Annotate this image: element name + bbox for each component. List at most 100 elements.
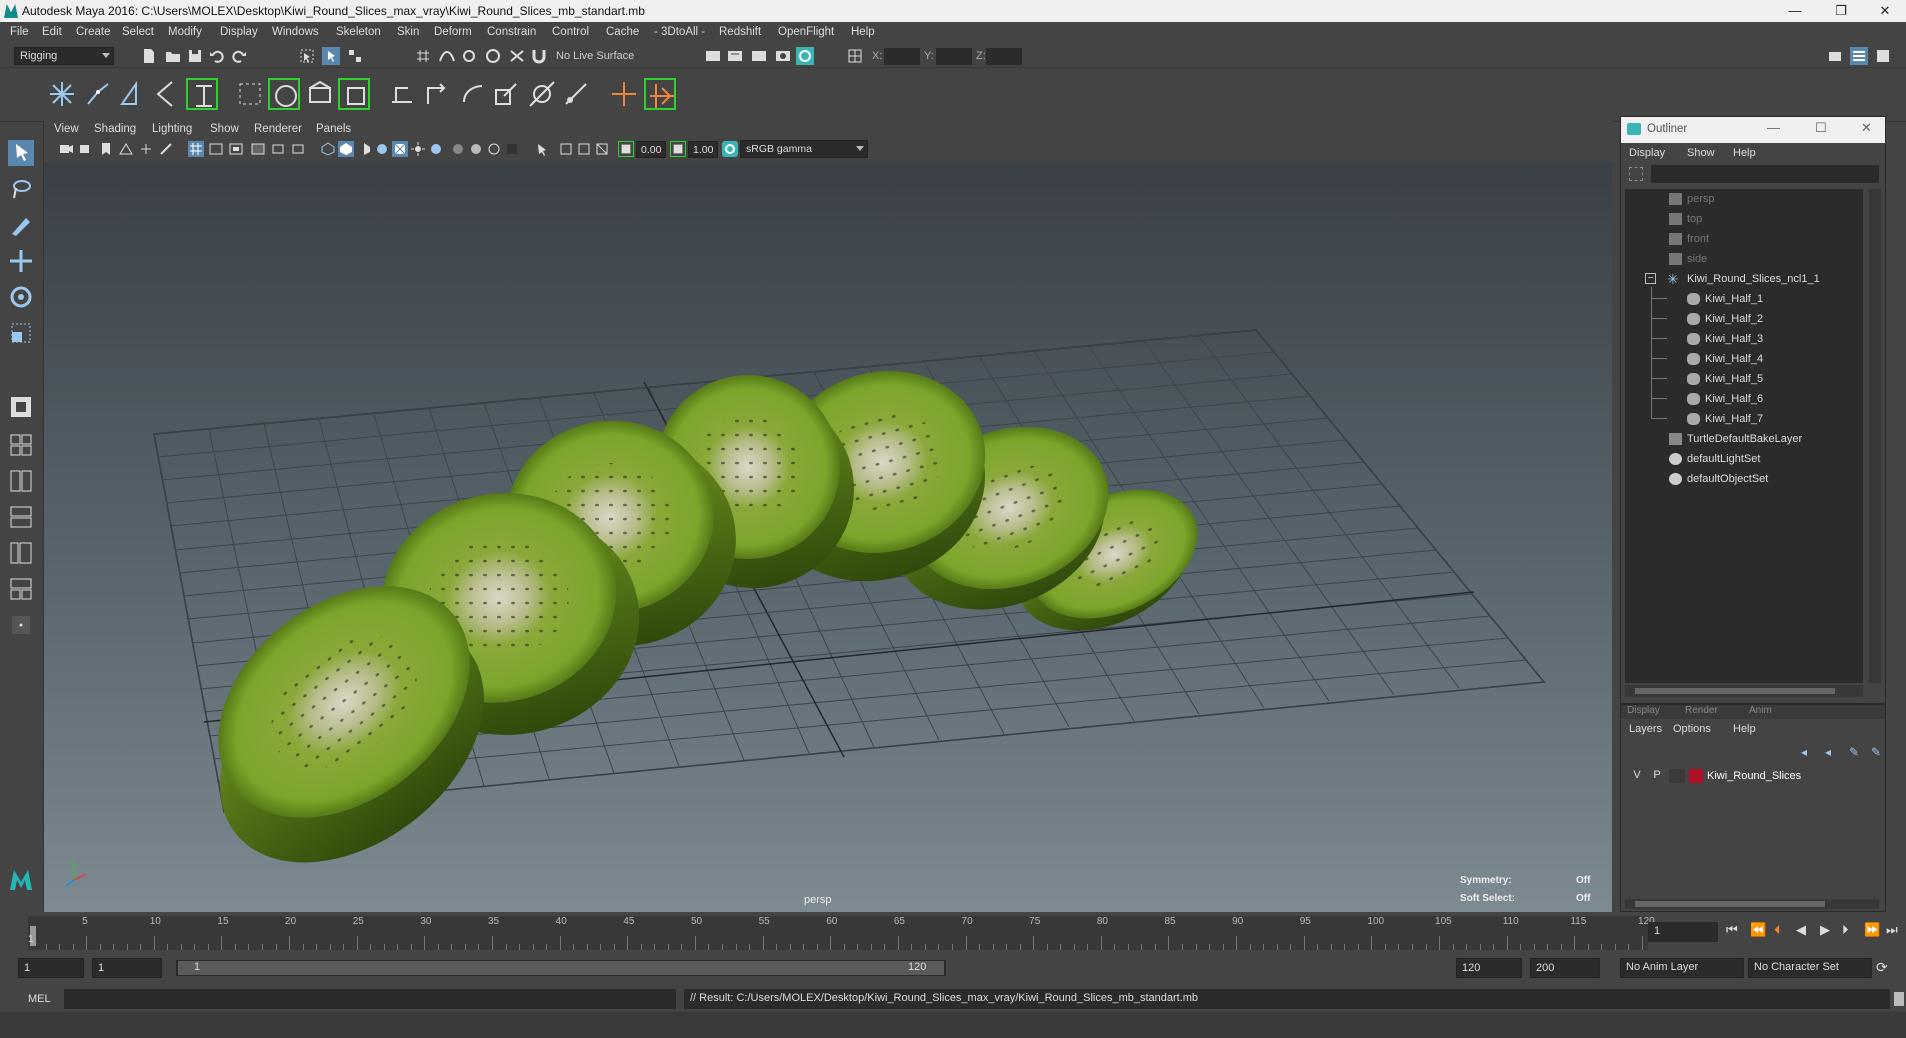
new-scene-icon[interactable] (140, 47, 158, 65)
live-surface-label[interactable]: No Live Surface (556, 50, 634, 62)
outliner-vertical-scrollbar[interactable] (1869, 189, 1881, 683)
parent-constraint-icon[interactable] (386, 78, 418, 110)
menu-create[interactable]: Create (76, 26, 111, 38)
layer-menu-options[interactable]: Options (1673, 723, 1711, 735)
ipr-render-icon[interactable] (726, 47, 744, 65)
viewport-menu-panels[interactable]: Panels (316, 123, 351, 135)
persp-graph-layout-icon[interactable] (8, 504, 34, 530)
select-component-icon[interactable] (346, 47, 364, 65)
viewport-menu-view[interactable]: View (54, 123, 79, 135)
collapse-toggle-icon[interactable]: − (1645, 273, 1656, 284)
tool-settings-icon[interactable] (1874, 47, 1892, 65)
auto-key-icon[interactable]: ⟳ (1876, 959, 1888, 976)
exposure-icon[interactable] (618, 141, 634, 157)
bookmark-icon[interactable] (98, 141, 114, 157)
step-forward-frame-icon[interactable]: ⏵ (1842, 922, 1849, 938)
outliner-item[interactable]: Kiwi_Half_4 (1625, 349, 1863, 369)
snap-grid-icon[interactable] (414, 47, 432, 65)
layer-menu-layers[interactable]: Layers (1629, 723, 1662, 735)
viewport-menu-renderer[interactable]: Renderer (254, 123, 302, 135)
smooth-shade-icon[interactable] (338, 141, 354, 157)
cluster-icon[interactable] (644, 78, 676, 110)
transform-toggle-icon[interactable] (846, 47, 864, 65)
side-by-side-layout-icon[interactable] (8, 468, 34, 494)
outliner-item[interactable]: Kiwi_Half_5 (1625, 369, 1863, 389)
menu-control[interactable]: Control (552, 26, 589, 38)
menu-skeleton[interactable]: Skeleton (336, 26, 381, 38)
isolate-select-icon[interactable] (534, 141, 550, 157)
resolution-gate-icon[interactable] (228, 141, 244, 157)
2d-pan-zoom-icon[interactable] (138, 141, 154, 157)
layer-visibility-toggle[interactable]: V (1629, 769, 1645, 783)
color-management-icon[interactable] (722, 141, 738, 157)
locator-icon[interactable] (608, 78, 640, 110)
menu-3dtoall[interactable]: - 3DtoAll - (654, 26, 705, 38)
hypershade-icon[interactable] (774, 47, 792, 65)
outliner-menu-show[interactable]: Show (1687, 147, 1715, 159)
filter-icon[interactable] (1629, 167, 1643, 181)
outliner-item[interactable]: Kiwi_Half_6 (1625, 389, 1863, 409)
outliner-item[interactable]: defaultLightSet (1625, 449, 1863, 469)
3d-viewport[interactable]: persp Symmetry: Off Soft Select: Off (44, 162, 1612, 912)
menu-windows[interactable]: Windows (272, 26, 319, 38)
menu-display[interactable]: Display (220, 26, 258, 38)
move-tool-icon[interactable] (8, 248, 34, 274)
orient-constraint-icon[interactable] (456, 78, 488, 110)
outliner-scroll-thumb[interactable] (1635, 688, 1835, 694)
rotate-tool-icon[interactable] (8, 284, 34, 310)
play-backward-icon[interactable]: ◀ (1796, 922, 1806, 938)
step-forward-key-icon[interactable]: ⏩ (1864, 922, 1880, 938)
gamma-icon[interactable] (670, 141, 686, 157)
view-transform-dropdown[interactable]: sRGB gamma (740, 140, 868, 158)
restore-button[interactable]: ❐ (1818, 0, 1864, 22)
xray-joints-icon[interactable] (576, 141, 592, 157)
outliner-minimize-button[interactable]: — (1767, 120, 1780, 135)
shaded-wireframe-icon[interactable] (374, 141, 390, 157)
four-view-layout-icon[interactable] (8, 432, 34, 458)
current-frame-field[interactable]: 1 (1648, 922, 1718, 942)
motion-blur-icon[interactable] (468, 141, 484, 157)
outliner-maximize-button[interactable]: ☐ (1815, 120, 1827, 136)
outliner-item[interactable]: side (1625, 249, 1863, 269)
outliner-item[interactable]: − ✳ Kiwi_Round_Slices_ncl1_1 (1625, 269, 1863, 289)
snap-point-icon[interactable] (460, 47, 478, 65)
step-back-frame-icon[interactable]: ⏴ (1774, 922, 1781, 938)
step-back-key-icon[interactable]: ⏪ (1750, 922, 1766, 938)
layer-display-type-toggle[interactable] (1669, 769, 1685, 783)
ik-handle-icon[interactable] (82, 78, 114, 110)
anti-aliasing-icon[interactable] (486, 141, 502, 157)
play-forward-icon[interactable]: ▶ (1820, 922, 1830, 938)
menu-redshift[interactable]: Redshift (719, 26, 761, 38)
playback-end-field[interactable]: 120 (1456, 958, 1522, 978)
single-view-layout-icon[interactable] (8, 394, 34, 420)
hypergraph-layout-icon[interactable] (8, 576, 34, 602)
go-to-start-icon[interactable]: ⏮ (1726, 922, 1738, 938)
command-input[interactable] (64, 989, 676, 1009)
x-field[interactable] (884, 48, 920, 65)
ambient-occlusion-icon[interactable] (450, 141, 466, 157)
select-hierarchy-icon[interactable] (298, 47, 316, 65)
save-scene-icon[interactable] (186, 47, 204, 65)
mirror-joint-icon[interactable] (152, 78, 184, 110)
default-lighting-icon[interactable] (356, 141, 372, 157)
tab-render[interactable]: Render (1685, 705, 1718, 716)
menu-file[interactable]: File (10, 26, 29, 38)
bind-skin-icon[interactable] (234, 78, 266, 110)
gamma-field[interactable]: 1.00 (688, 141, 718, 158)
menu-openflight[interactable]: OpenFlight (778, 26, 834, 38)
viewport-menu-shading[interactable]: Shading (94, 123, 136, 135)
paint-weights-icon[interactable] (304, 78, 336, 110)
joint-tool-icon[interactable] (46, 78, 78, 110)
layer-scroll-thumb[interactable] (1635, 901, 1825, 907)
layer-horizontal-scrollbar[interactable] (1625, 899, 1879, 909)
render-settings-icon[interactable] (750, 47, 768, 65)
layer-color-swatch[interactable] (1689, 769, 1703, 783)
outliner-item[interactable]: TurtleDefaultBakeLayer (1625, 429, 1863, 449)
outliner-menu-help[interactable]: Help (1733, 147, 1756, 159)
render-current-frame-icon[interactable] (704, 47, 722, 65)
animation-start-field[interactable]: 1 (18, 958, 84, 978)
ik-spline-icon[interactable] (116, 78, 148, 110)
modeling-toolkit-icon[interactable] (1826, 47, 1844, 65)
redo-icon[interactable] (230, 47, 248, 65)
wireframe-icon[interactable] (320, 141, 336, 157)
